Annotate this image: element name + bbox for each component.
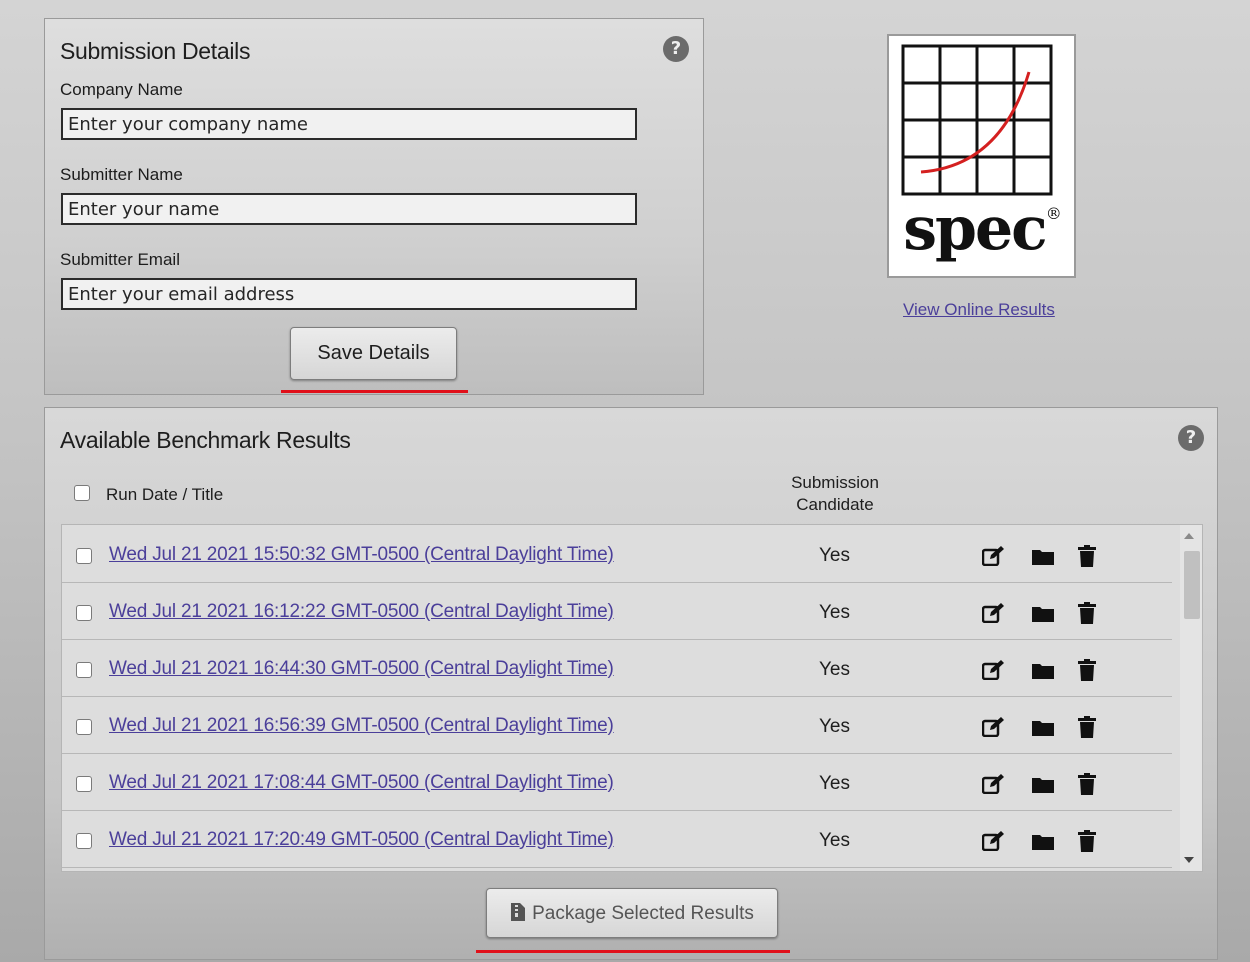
save-details-highlight: [281, 390, 468, 393]
row-checkbox[interactable]: [76, 776, 92, 792]
edit-icon[interactable]: [981, 717, 1006, 742]
submission-details-title: Submission Details: [60, 38, 251, 64]
edit-icon[interactable]: [981, 831, 1006, 856]
folder-icon[interactable]: [1032, 662, 1054, 685]
run-date-title-header: Run Date / Title: [106, 485, 224, 504]
submitter-email-label: Submitter Email: [60, 250, 180, 269]
table-row: Wed Jul 21 2021 16:56:39 GMT-0500 (Centr…: [62, 696, 1172, 754]
submission-candidate-value: Yes: [819, 659, 850, 680]
trash-icon[interactable]: [1078, 773, 1096, 800]
spec-logo-wordmark: spec®: [903, 194, 1061, 264]
folder-icon[interactable]: [1032, 605, 1054, 628]
submitter-name-input[interactable]: [61, 193, 637, 225]
row-checkbox[interactable]: [76, 605, 92, 621]
folder-icon[interactable]: [1032, 548, 1054, 571]
edit-icon[interactable]: [981, 603, 1006, 628]
result-link[interactable]: Wed Jul 21 2021 16:56:39 GMT-0500 (Centr…: [109, 715, 614, 737]
scroll-up-arrow-icon[interactable]: [1184, 533, 1194, 539]
folder-icon[interactable]: [1032, 719, 1054, 742]
submission-candidate-value: Yes: [819, 830, 850, 851]
scrollbar[interactable]: [1180, 525, 1202, 871]
help-icon[interactable]: ?: [1178, 425, 1204, 451]
package-selected-results-button[interactable]: Package Selected Results: [486, 888, 778, 938]
trash-icon[interactable]: [1078, 716, 1096, 743]
results-title: Available Benchmark Results: [60, 427, 351, 453]
submitter-name-label: Submitter Name: [60, 165, 183, 184]
table-row: Wed Jul 21 2021 16:12:22 GMT-0500 (Centr…: [62, 582, 1172, 640]
spec-logo: spec®: [887, 34, 1076, 278]
submission-details-panel: Submission Details ? Company Name Submit…: [44, 18, 704, 395]
result-link[interactable]: Wed Jul 21 2021 17:08:44 GMT-0500 (Centr…: [109, 772, 614, 794]
trash-icon[interactable]: [1078, 830, 1096, 857]
submission-candidate-value: Yes: [819, 716, 850, 737]
submission-candidate-header: Submission Candidate: [791, 473, 879, 514]
row-checkbox[interactable]: [76, 833, 92, 849]
help-icon[interactable]: ?: [663, 36, 689, 62]
trash-icon[interactable]: [1078, 545, 1096, 572]
spec-logo-grid-icon: [901, 44, 1053, 196]
scroll-down-arrow-icon[interactable]: [1184, 857, 1194, 863]
result-link[interactable]: Wed Jul 21 2021 16:12:22 GMT-0500 (Centr…: [109, 601, 614, 623]
table-row: Wed Jul 21 2021 15:50:32 GMT-0500 (Centr…: [62, 525, 1172, 583]
row-checkbox[interactable]: [76, 662, 92, 678]
company-name-input[interactable]: [61, 108, 637, 140]
save-details-button[interactable]: Save Details: [290, 327, 457, 380]
result-link[interactable]: Wed Jul 21 2021 17:20:49 GMT-0500 (Centr…: [109, 829, 614, 851]
submission-candidate-value: Yes: [819, 545, 850, 566]
trash-icon[interactable]: [1078, 602, 1096, 629]
folder-icon[interactable]: [1032, 833, 1054, 856]
results-list[interactable]: Wed Jul 21 2021 15:50:32 GMT-0500 (Centr…: [61, 524, 1203, 872]
table-row: Wed Jul 21 2021 16:44:30 GMT-0500 (Centr…: [62, 639, 1172, 697]
edit-icon[interactable]: [981, 660, 1006, 685]
company-name-label: Company Name: [60, 80, 183, 99]
select-all-checkbox[interactable]: [74, 485, 90, 501]
view-online-results-link[interactable]: View Online Results: [903, 300, 1055, 320]
result-link[interactable]: Wed Jul 21 2021 16:44:30 GMT-0500 (Centr…: [109, 658, 614, 680]
table-row: Wed Jul 21 2021 17:08:44 GMT-0500 (Centr…: [62, 753, 1172, 811]
table-row: Wed Jul 21 2021 17:20:49 GMT-0500 (Centr…: [62, 810, 1172, 868]
scrollbar-thumb[interactable]: [1184, 551, 1200, 619]
submission-candidate-value: Yes: [819, 602, 850, 623]
row-checkbox[interactable]: [76, 719, 92, 735]
folder-icon[interactable]: [1032, 776, 1054, 799]
submission-candidate-value: Yes: [819, 773, 850, 794]
edit-icon[interactable]: [981, 774, 1006, 799]
trash-icon[interactable]: [1078, 659, 1096, 686]
row-checkbox[interactable]: [76, 548, 92, 564]
edit-icon[interactable]: [981, 546, 1006, 571]
benchmark-results-panel: Available Benchmark Results ? Run Date /…: [44, 407, 1218, 960]
result-link[interactable]: Wed Jul 21 2021 15:50:32 GMT-0500 (Centr…: [109, 544, 614, 566]
package-selected-highlight: [476, 950, 790, 953]
file-archive-icon: [511, 902, 526, 921]
submitter-email-input[interactable]: [61, 278, 637, 310]
